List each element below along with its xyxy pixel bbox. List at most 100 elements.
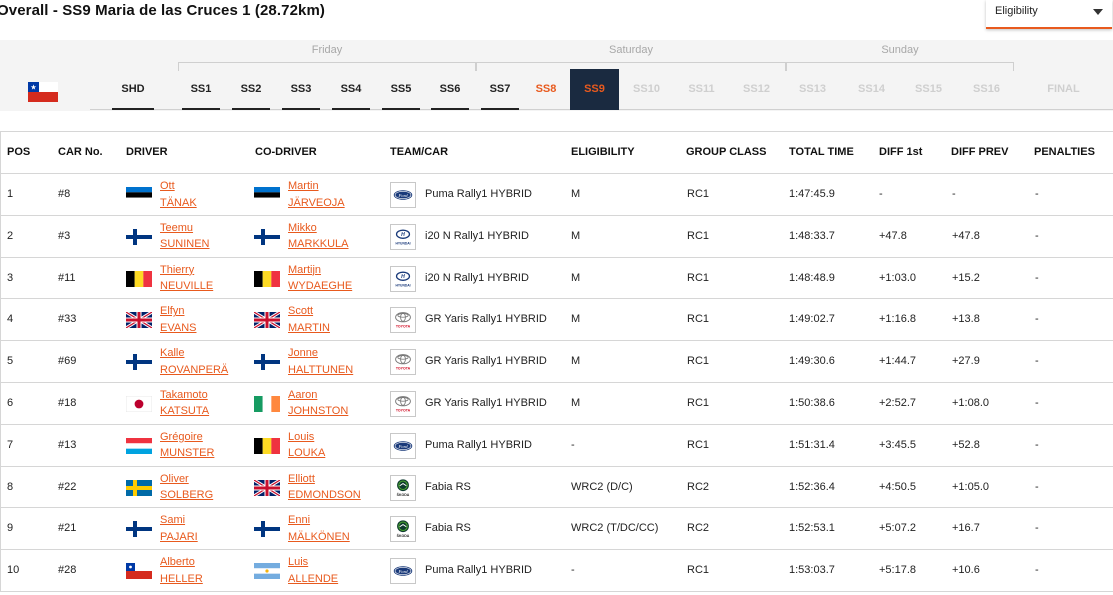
- driver-link[interactable]: Kalle ROVANPERÄ: [160, 345, 228, 378]
- chile-flag-icon: [28, 82, 58, 102]
- tab-ss8[interactable]: SS8: [527, 69, 565, 110]
- cell-penalties: -: [1035, 396, 1039, 409]
- tab-ss9[interactable]: SS9: [570, 69, 619, 110]
- cell-diff-1st: +47.8: [879, 229, 907, 242]
- tab-ss13[interactable]: SS13: [790, 69, 835, 110]
- driver-first-name: Elfyn: [160, 305, 185, 318]
- cell-total-time: 1:49:02.7: [789, 313, 835, 326]
- cell-diff-1st: +1:03.0: [879, 271, 917, 284]
- driver-link[interactable]: Ott TÄNAK: [160, 178, 197, 211]
- col-diff-1st[interactable]: DIFF 1st: [879, 146, 922, 158]
- driver-link[interactable]: Oliver SOLBERG: [160, 471, 213, 504]
- tab-ss14[interactable]: SS14: [849, 69, 894, 110]
- col-group-class[interactable]: GROUP CLASS: [686, 146, 766, 158]
- tab-ss5[interactable]: SS5: [382, 69, 420, 110]
- codriver-link[interactable]: Martin JÄRVEOJA: [288, 178, 345, 211]
- col-team-car[interactable]: TEAM/CAR: [390, 146, 448, 158]
- tab-ss15[interactable]: SS15: [906, 69, 951, 110]
- codriver-last-name: EDMONDSON: [288, 489, 361, 502]
- driver-last-name: KATSUTA: [160, 405, 210, 418]
- tab-ss12[interactable]: SS12: [734, 69, 779, 110]
- cell-penalties: -: [1035, 271, 1039, 284]
- cell-total-time: 1:53:03.7: [789, 564, 835, 577]
- cell-pos: 3: [7, 271, 14, 284]
- codriver-link[interactable]: Martijn WYDAEGHE: [288, 262, 352, 295]
- cell-group-class: RC1: [687, 564, 710, 577]
- cell-group-class: RC1: [687, 396, 710, 409]
- driver-link[interactable]: Elfyn EVANS: [160, 303, 196, 336]
- cell-diff-prev: +13.8: [952, 313, 980, 326]
- cell-diff-prev: +16.7: [952, 522, 980, 535]
- codriver-link[interactable]: Enni MÄLKÖNEN: [288, 512, 350, 545]
- toyota-logo-icon: TOYOTA: [390, 349, 416, 376]
- codriver-link[interactable]: Mikko MARKKULA: [288, 220, 349, 253]
- col-car-no[interactable]: CAR No.: [58, 146, 103, 158]
- cell-car-no: #8: [58, 188, 71, 200]
- tab-ss3[interactable]: SS3: [282, 69, 320, 110]
- driver-first-name: Takamoto: [160, 388, 208, 401]
- cell-total-time: 1:48:33.7: [789, 229, 835, 242]
- page-header: Overall - SS9 Maria de las Cruces 1 (28.…: [0, 0, 1113, 40]
- hyundai-logo-icon: H HYUNDAI: [390, 265, 416, 292]
- codriver-first-name: Jonne: [288, 347, 318, 360]
- cell-car-no: #69: [58, 355, 77, 368]
- eligibility-dropdown[interactable]: Eligibility: [986, 0, 1112, 29]
- codriver-first-name: Luis: [288, 556, 309, 569]
- codriver-link[interactable]: Elliott EDMONDSON: [288, 471, 361, 504]
- codriver-link[interactable]: Jonne HALTTUNEN: [288, 345, 353, 378]
- cell-group-class: RC2: [687, 522, 710, 535]
- tab-ss1[interactable]: SS1: [182, 69, 220, 110]
- col-diff-prev[interactable]: DIFF PREV: [951, 146, 1008, 158]
- codriver-link[interactable]: Scott MARTIN: [288, 303, 330, 336]
- tab-ss7[interactable]: SS7: [481, 69, 519, 110]
- toyota-logo-icon: TOYOTA: [390, 307, 416, 334]
- belgium-flag-icon: [254, 270, 280, 287]
- tab-ss2[interactable]: SS2: [232, 69, 270, 110]
- svg-text:Ford: Ford: [397, 193, 408, 198]
- svg-text:TOYOTA: TOYOTA: [396, 367, 411, 371]
- driver-link[interactable]: Thierry NEUVILLE: [160, 262, 213, 295]
- driver-link[interactable]: Teemu SUNINEN: [160, 220, 210, 253]
- driver-link[interactable]: Sami PAJARI: [160, 512, 198, 545]
- driver-last-name: MUNSTER: [160, 447, 215, 460]
- codriver-link[interactable]: Luis ALLENDE: [288, 554, 338, 587]
- cell-car-no: #33: [58, 313, 77, 326]
- tab-ss6[interactable]: SS6: [431, 69, 469, 110]
- tab-final[interactable]: FINAL: [1036, 69, 1091, 110]
- page-title: Overall - SS9 Maria de las Cruces 1 (28.…: [0, 2, 326, 19]
- codriver-link[interactable]: Aaron JOHNSTON: [288, 387, 348, 420]
- table-row: 2 #3 Teemu SUNINEN Mikko MARKKULA H HYUND…: [1, 216, 1113, 258]
- luxembourg-flag-icon: [126, 437, 152, 454]
- tab-ss4[interactable]: SS4: [332, 69, 370, 110]
- cell-group-class: RC1: [687, 271, 710, 284]
- col-total-time[interactable]: TOTAL TIME: [789, 146, 854, 158]
- sweden-flag-icon: [126, 479, 152, 496]
- cell-car-no: #18: [58, 396, 77, 409]
- driver-link[interactable]: Alberto HELLER: [160, 554, 203, 587]
- table-row: 8 #22 Oliver SOLBERG Elliott EDMONDSON Š…: [1, 467, 1113, 509]
- tab-ss10[interactable]: SS10: [624, 69, 669, 110]
- col-eligibility[interactable]: ELIGIBILITY: [571, 146, 635, 158]
- cell-pos: 5: [7, 355, 14, 368]
- col-pos[interactable]: POS: [7, 146, 30, 158]
- table-row: 5 #69 Kalle ROVANPERÄ Jonne HALTTUNEN TO…: [1, 341, 1113, 383]
- cell-penalties: -: [1035, 522, 1039, 535]
- hyundai-logo-icon: H HYUNDAI: [390, 223, 416, 250]
- tab-ss16[interactable]: SS16: [964, 69, 1009, 110]
- driver-link[interactable]: Takamoto KATSUTA: [160, 387, 209, 420]
- col-driver[interactable]: DRIVER: [126, 146, 168, 158]
- driver-link[interactable]: Grégoire MUNSTER: [160, 429, 214, 462]
- col-co-driver[interactable]: CO-DRIVER: [255, 146, 317, 158]
- codriver-first-name: Mikko: [288, 221, 317, 234]
- cell-team-car: Puma Rally1 HYBRID: [425, 564, 532, 577]
- ireland-flag-icon: [254, 395, 280, 412]
- results-table: POS CAR No. DRIVER CO-DRIVER TEAM/CAR EL…: [0, 131, 1113, 592]
- tab-ss11[interactable]: SS11: [679, 69, 724, 110]
- cell-diff-prev: +10.6: [952, 564, 980, 577]
- codriver-link[interactable]: Louis LOUKA: [288, 429, 325, 462]
- tab-shd[interactable]: SHD: [112, 69, 154, 110]
- cell-diff-prev: +52.8: [952, 438, 980, 451]
- cell-total-time: 1:52:36.4: [789, 480, 835, 493]
- cell-eligibility: M: [571, 188, 581, 200]
- col-penalties[interactable]: PENALTIES: [1034, 146, 1095, 158]
